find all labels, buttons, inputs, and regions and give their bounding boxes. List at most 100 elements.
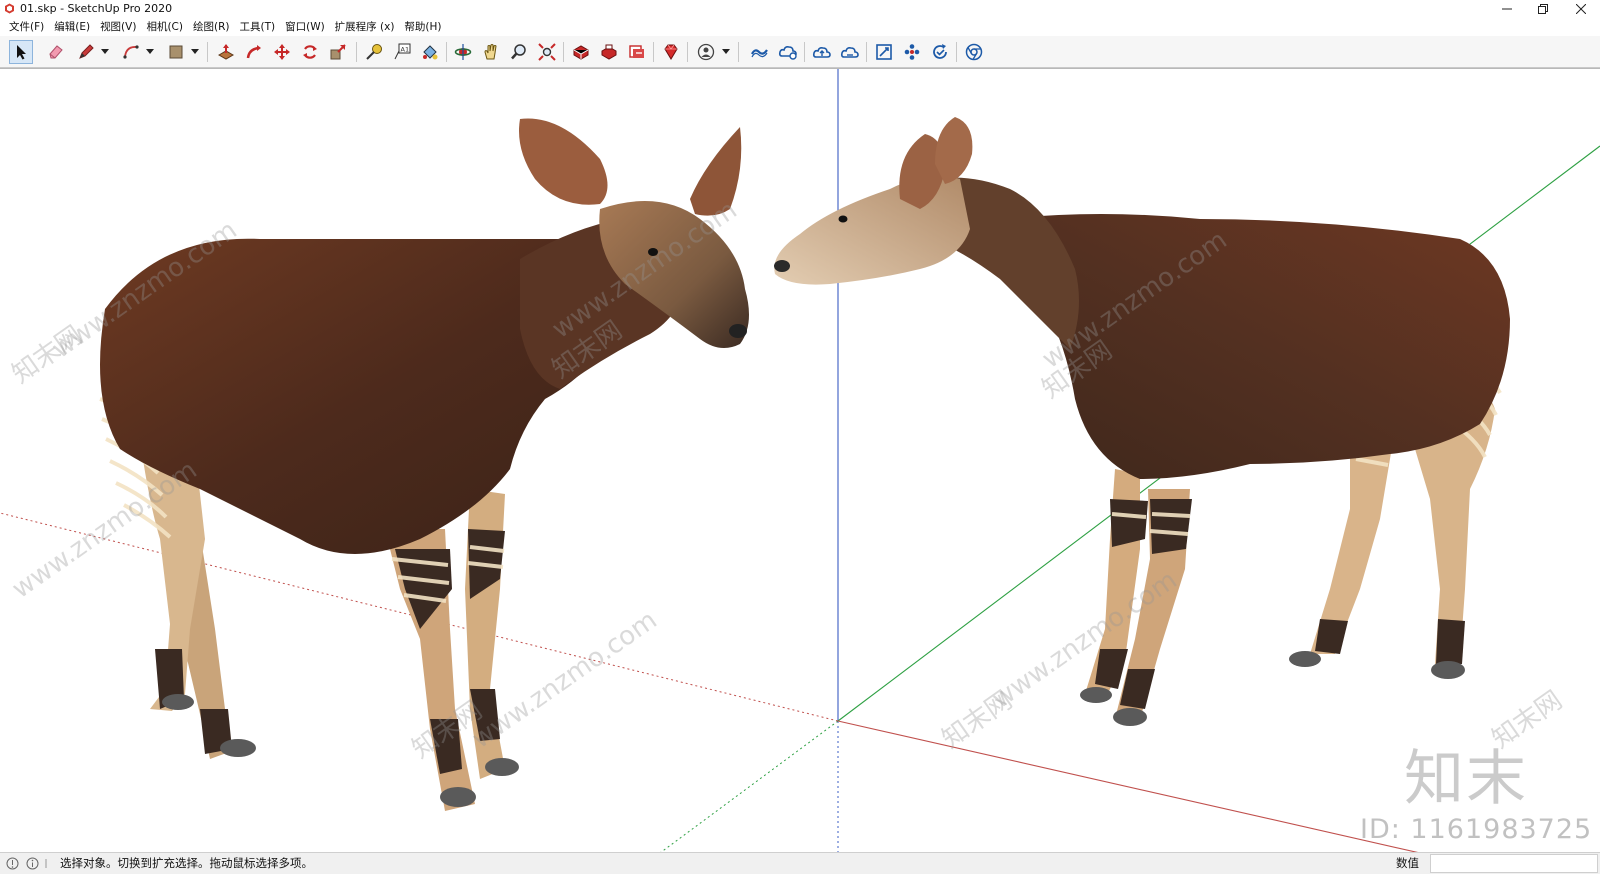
model-viewport[interactable]: www.znzmo.com 知末网 www.znzmo.com 知末网 www.… bbox=[0, 68, 1600, 852]
follow-me-tool-button[interactable] bbox=[242, 40, 266, 64]
chevron-down-icon[interactable] bbox=[191, 49, 199, 55]
okapi-right-hoof bbox=[1113, 708, 1147, 726]
section-plane-icon bbox=[876, 44, 892, 60]
menu-draw[interactable]: 绘图(R) bbox=[188, 19, 235, 35]
watermark-text: www.znzmo.com bbox=[467, 605, 663, 755]
okapi-left-hoof bbox=[162, 694, 194, 710]
menu-help[interactable]: 帮助(H) bbox=[399, 19, 446, 35]
chrome-browser-icon bbox=[965, 43, 983, 61]
measurements-input[interactable] bbox=[1430, 854, 1598, 873]
zoom-extents-icon bbox=[538, 43, 556, 61]
extension-warehouse-icon bbox=[601, 44, 617, 60]
chevron-down-icon[interactable] bbox=[146, 49, 154, 55]
trimble-connect-button[interactable] bbox=[748, 40, 772, 64]
push-pull-tool-button[interactable] bbox=[214, 40, 238, 64]
user-instructor-icon[interactable] bbox=[44, 857, 57, 870]
toolbar-separator bbox=[738, 42, 739, 62]
chevron-down-icon[interactable] bbox=[722, 49, 730, 55]
paint-bucket-tool-button[interactable] bbox=[418, 40, 442, 64]
update-check-icon bbox=[933, 44, 947, 59]
arc-tool-button[interactable] bbox=[119, 40, 143, 64]
svg-text:A1: A1 bbox=[401, 46, 410, 54]
menu-edit[interactable]: 编辑(E) bbox=[49, 19, 95, 35]
eraser-icon bbox=[49, 45, 63, 59]
chevron-down-icon[interactable] bbox=[101, 49, 109, 55]
menu-camera[interactable]: 相机(C) bbox=[141, 19, 188, 35]
line-pencil-icon bbox=[79, 44, 94, 59]
close-icon bbox=[1576, 4, 1586, 14]
menu-extensions[interactable]: 扩展程序 (x) bbox=[330, 19, 400, 35]
status-bar: 选择对象。切换到扩充选择。拖动鼠标选择多项。 数值 bbox=[0, 852, 1600, 874]
zoom-icon bbox=[511, 44, 526, 60]
pan-hand-icon bbox=[484, 44, 497, 60]
section-plane-button[interactable] bbox=[872, 40, 896, 64]
update-check-button[interactable] bbox=[928, 40, 952, 64]
zoom-extents-tool-button[interactable] bbox=[535, 40, 559, 64]
push-pull-icon bbox=[217, 44, 235, 60]
minimize-button[interactable] bbox=[1490, 0, 1524, 18]
tape-measure-tool-button[interactable] bbox=[362, 40, 386, 64]
scale-tool-button[interactable] bbox=[326, 40, 350, 64]
trimble-connect-icon bbox=[751, 49, 768, 58]
watermark-text: 知末网 bbox=[937, 685, 1018, 754]
pan-tool-button[interactable] bbox=[479, 40, 503, 64]
okapi-left-hoof bbox=[485, 758, 519, 776]
status-message: 选择对象。切换到扩充选择。拖动鼠标选择多项。 bbox=[60, 856, 313, 870]
close-button[interactable] bbox=[1564, 0, 1598, 18]
menu-file[interactable]: 文件(F) bbox=[4, 19, 49, 35]
sketchup-logo-icon bbox=[5, 3, 14, 14]
okapi-left-ear bbox=[519, 118, 608, 205]
menu-window[interactable]: 窗口(W) bbox=[280, 19, 330, 35]
trimble-connect-share-button[interactable] bbox=[776, 40, 800, 64]
components-button[interactable] bbox=[900, 40, 924, 64]
cloud-upload-button[interactable] bbox=[810, 40, 834, 64]
cloud-sync-button[interactable] bbox=[838, 40, 862, 64]
extension-manager-button[interactable] bbox=[659, 40, 683, 64]
main-toolbar: A1 bbox=[0, 36, 1600, 68]
okapi-left[interactable] bbox=[99, 118, 749, 812]
rotate-tool-button[interactable] bbox=[298, 40, 322, 64]
account-profile-icon bbox=[697, 43, 715, 61]
orbit-icon bbox=[454, 44, 472, 60]
chrome-browser-button[interactable] bbox=[962, 40, 986, 64]
menu-view[interactable]: 视图(V) bbox=[95, 19, 141, 35]
line-tool-button[interactable] bbox=[74, 40, 98, 64]
select-tool-button[interactable] bbox=[9, 40, 33, 64]
toolbar-separator bbox=[563, 42, 564, 62]
cloud-upload-icon bbox=[812, 47, 831, 58]
green-axis-dotted bbox=[660, 720, 839, 852]
rotate-icon bbox=[303, 45, 317, 59]
restore-icon bbox=[1538, 4, 1548, 14]
geolocation-icon[interactable] bbox=[6, 857, 19, 870]
text-tool-button[interactable]: A1 bbox=[390, 40, 414, 64]
restore-button[interactable] bbox=[1526, 0, 1560, 18]
toolbar-separator bbox=[446, 42, 447, 62]
okapi-right-hoof bbox=[1289, 651, 1321, 667]
eraser-tool-button[interactable] bbox=[44, 40, 68, 64]
info-icon[interactable] bbox=[26, 857, 39, 870]
zoom-tool-button[interactable] bbox=[507, 40, 531, 64]
select-arrow-icon bbox=[17, 45, 26, 60]
toolbar-separator bbox=[653, 42, 654, 62]
3d-warehouse-icon bbox=[573, 45, 589, 60]
orbit-tool-button[interactable] bbox=[451, 40, 475, 64]
account-button[interactable] bbox=[694, 40, 718, 64]
toolbar-separator bbox=[207, 42, 208, 62]
okapi-left-nose bbox=[729, 324, 747, 338]
extension-warehouse-button[interactable] bbox=[597, 40, 621, 64]
toolbar-separator bbox=[804, 42, 805, 62]
okapi-right-nose bbox=[774, 260, 790, 272]
move-tool-button[interactable] bbox=[270, 40, 294, 64]
3d-warehouse-button[interactable] bbox=[569, 40, 593, 64]
okapi-left-hoof bbox=[440, 787, 476, 807]
menu-tools[interactable]: 工具(T) bbox=[234, 19, 280, 35]
toolbar-separator bbox=[687, 42, 688, 62]
scene-canvas: www.znzmo.com 知末网 www.znzmo.com 知末网 www.… bbox=[0, 69, 1600, 852]
layout-send-icon bbox=[629, 45, 644, 58]
toolbar-separator bbox=[866, 42, 867, 62]
okapi-right[interactable] bbox=[774, 117, 1510, 726]
model-id-label: ID: 1161983725 bbox=[1360, 814, 1593, 845]
rectangle-tool-button[interactable] bbox=[164, 40, 188, 64]
send-to-layout-button[interactable] bbox=[625, 40, 649, 64]
paint-bucket-icon bbox=[423, 45, 438, 60]
